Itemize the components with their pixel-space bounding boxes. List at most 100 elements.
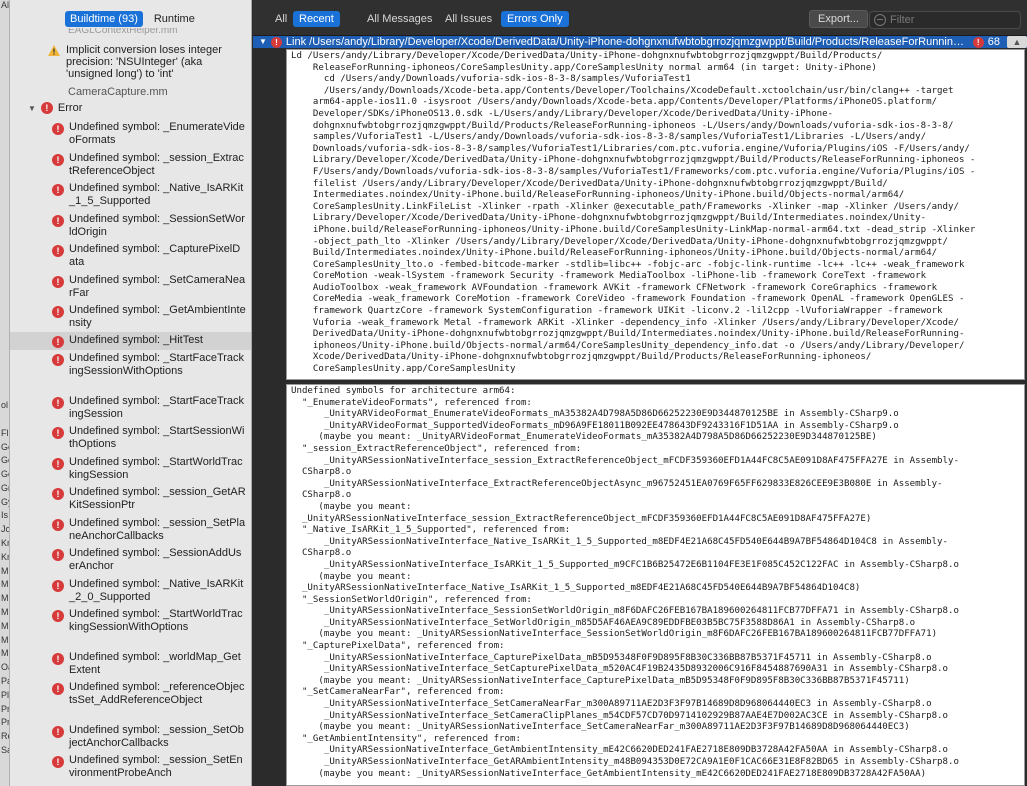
error-item[interactable]: ! Undefined symbol: _GetAmbientIntensity (10, 304, 251, 334)
edge-glyph: M (1, 620, 9, 631)
collapse-up-icon[interactable]: ▲ (1007, 36, 1027, 48)
error-item[interactable]: ! Undefined symbol: _StartFaceTrackingSes… (10, 352, 251, 394)
edge-glyph (0, 345, 9, 359)
edge-glyph (0, 207, 9, 221)
filter-input[interactable] (890, 14, 1018, 26)
error-group-header[interactable]: ▼ ! Error (28, 102, 82, 114)
error-item[interactable]: ! Undefined symbol: _Native_IsARKit_1_5_S… (10, 182, 251, 212)
error-item[interactable]: ! Undefined symbol: _referenceObjectsSet_… (10, 681, 251, 723)
tab-runtime[interactable]: Runtime (149, 11, 200, 27)
filter-errors-only-button[interactable]: Errors Only (501, 11, 569, 27)
edge-glyph: Sa (1, 745, 9, 756)
error-item-label: Undefined symbol: _StartFaceTrackingSess… (69, 352, 245, 377)
edge-glyph (0, 138, 9, 152)
filter-all-issues-button[interactable]: All Issues (439, 11, 498, 27)
error-icon: ! (40, 102, 53, 114)
error-item[interactable]: ! Undefined symbol: _CapturePixelData (10, 243, 251, 273)
error-icon: ! (52, 276, 64, 288)
link-step-row[interactable]: ▼ ! Link /Users/andy/Library/Developer/X… (253, 36, 1027, 48)
error-item[interactable]: ! Undefined symbol: _StartWorldTrackingSe… (10, 456, 251, 486)
error-item-label: Undefined symbol: _Native_IsARKit_2_0_Su… (69, 578, 244, 603)
error-item-label: Undefined symbol: _SetCameraNearFar (69, 274, 246, 299)
export-button[interactable]: Export... (809, 10, 868, 28)
error-item-label: Undefined symbol: _session_GetARKitSessi… (69, 486, 246, 511)
edge-glyph (0, 317, 9, 331)
filter-icon (874, 14, 886, 26)
error-item-label: Undefined symbol: _session_ExtractRefere… (69, 152, 244, 177)
edge-glyph (0, 331, 9, 345)
error-item[interactable]: ! Undefined symbol: _SessionSetWorldOrigi… (10, 213, 251, 243)
error-item[interactable]: ! Undefined symbol: _SetCameraNearFar (10, 274, 251, 304)
error-item-label: Undefined symbol: _StartSessionWithOptio… (69, 425, 245, 450)
filter-all-button[interactable]: All (269, 11, 293, 27)
error-item-label: Undefined symbol: _StartWorldTrackingSes… (69, 456, 243, 481)
error-item[interactable]: ! Undefined symbol: _StartWorldTrackingSe… (10, 608, 251, 650)
edge-glyph: Pa (1, 676, 9, 687)
error-item-label: Undefined symbol: _EnumerateVideoFormats (69, 121, 245, 146)
filter-all-messages-button[interactable]: All Messages (361, 11, 438, 27)
link-command-transcript[interactable]: Ld /Users/andy/Library/Developer/Xcode/D… (286, 49, 1025, 380)
error-item-label: Undefined symbol: _session_SetEnvironmen… (69, 754, 243, 779)
edge-glyph: Kr (1, 538, 10, 549)
filter-field[interactable] (869, 11, 1021, 29)
issue-navigator: Buildtime (93) Runtime EAGLContextHelper… (10, 0, 252, 786)
error-item[interactable]: ! Undefined symbol: _session_SetEnvironme… (10, 754, 251, 784)
error-icon: ! (52, 653, 64, 665)
error-icon: ! (52, 519, 64, 531)
edge-glyph: Al (1, 0, 10, 10)
edge-glyph (0, 262, 9, 276)
tab-buildtime[interactable]: Buildtime (93) (65, 11, 143, 27)
edge-glyph: Jo (1, 524, 10, 535)
error-output-text: Undefined symbols for architecture arm64… (291, 386, 959, 779)
error-icon: ! (52, 354, 64, 366)
error-item[interactable]: ! Undefined symbol: _SessionAddUserAnchor (10, 547, 251, 577)
edge-glyph (0, 69, 9, 83)
command-text: Ld /Users/andy/Library/Developer/Xcode/D… (291, 51, 976, 375)
error-item[interactable]: ! Undefined symbol: _HitTest (10, 332, 251, 350)
edge-glyph (0, 83, 9, 97)
edge-glyph: ol (1, 400, 9, 411)
edge-glyph (0, 55, 9, 69)
edge-glyph (0, 41, 9, 55)
error-item[interactable]: ! Undefined symbol: _session_SetPlaneAnch… (10, 517, 251, 547)
collapse-triangle-icon[interactable]: ▼ (259, 36, 267, 48)
error-item[interactable]: ! Undefined symbol: _worldMap_GetExtent (10, 651, 251, 681)
error-item-label: Undefined symbol: _CapturePixelData (69, 243, 241, 268)
error-icon: ! (52, 488, 64, 500)
warning-item[interactable]: Implicit conversion loses integer precis… (48, 44, 248, 80)
error-icon: ! (52, 306, 64, 318)
error-count-icon: ! (972, 36, 984, 48)
edge-glyph: M (1, 607, 9, 618)
error-icon: ! (52, 427, 64, 439)
error-icon: ! (52, 184, 64, 196)
error-icon: ! (52, 549, 64, 561)
edge-glyph (0, 179, 9, 193)
edge-glyph (0, 14, 9, 28)
error-item-label: Undefined symbol: _StartFaceTrackingSess… (69, 395, 245, 420)
error-icon: ! (52, 154, 64, 166)
edge-glyph: M (1, 593, 9, 604)
error-item[interactable]: ! Undefined symbol: _StartFaceTrackingSes… (10, 395, 251, 425)
error-item[interactable]: ! Undefined symbol: _session_SetObjectAnc… (10, 724, 251, 754)
undefined-symbols-output[interactable]: Undefined symbols for architecture arm64… (286, 384, 1025, 786)
error-icon: ! (52, 245, 64, 257)
edge-glyph (0, 97, 9, 111)
error-item[interactable]: ! Undefined symbol: _StartSessionWithOpti… (10, 425, 251, 455)
error-item[interactable]: ! Undefined symbol: _EnumerateVideoFormat… (10, 121, 251, 151)
edge-glyph (0, 276, 9, 290)
error-icon: ! (52, 580, 64, 592)
edge-glyph (0, 221, 9, 235)
edge-glyph: Ge (1, 469, 9, 480)
error-item[interactable]: ! Undefined symbol: _session_ExtractRefer… (10, 152, 251, 182)
edge-glyph (0, 290, 9, 304)
error-group-label: Error (57, 102, 83, 114)
error-item[interactable]: ! Undefined symbol: _Native_IsARKit_2_0_S… (10, 578, 251, 608)
error-item-label: Undefined symbol: _session_SetObjectAnch… (69, 724, 244, 749)
edge-glyph: Gr (1, 482, 10, 493)
error-item[interactable]: ! Undefined symbol: _session_GetARKitSess… (10, 486, 251, 516)
filter-recent-button[interactable]: Recent (293, 11, 340, 27)
log-filter-bar: All Recent All Messages All Issues Error… (253, 0, 1027, 36)
error-count: 68 (987, 36, 1000, 48)
edge-glyph (0, 110, 9, 124)
disclosure-triangle-icon[interactable]: ▼ (28, 104, 36, 113)
